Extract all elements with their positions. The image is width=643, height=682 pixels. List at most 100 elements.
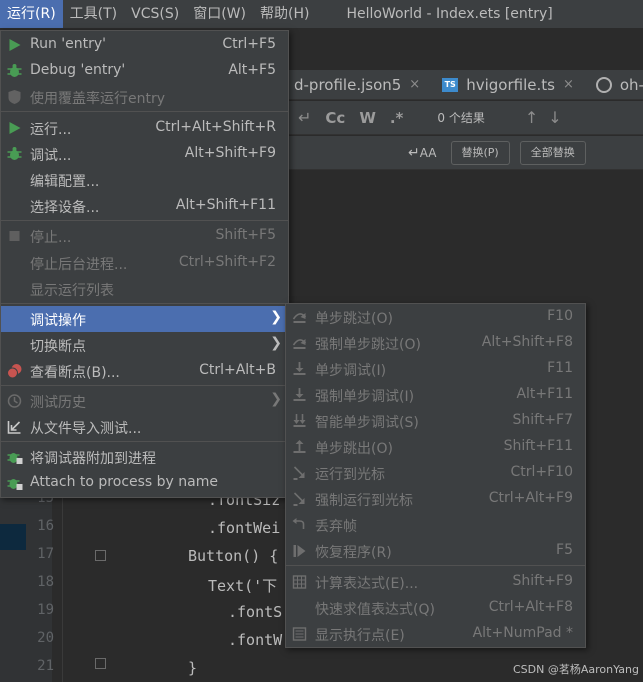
menu-item-toggle-breakpoint[interactable]: 切换断点 ❯ bbox=[1, 332, 288, 358]
menu-item-shortcut: Ctrl+F5 bbox=[222, 36, 276, 52]
menu-item-shortcut: Alt+Shift+F9 bbox=[184, 145, 276, 161]
tab-label: oh-pa bbox=[619, 75, 643, 94]
line-number: 16 bbox=[37, 518, 54, 534]
code-line[interactable]: .fontW bbox=[228, 631, 282, 649]
debug-icon bbox=[7, 147, 22, 160]
menu-item-label: 快速求值表达式(Q) bbox=[315, 602, 435, 618]
step-into-icon bbox=[293, 362, 306, 375]
typescript-file-icon: TS bbox=[442, 77, 459, 92]
menu-item-force-step-into[interactable]: 强制单步调试(I) Alt+F11 bbox=[286, 382, 585, 408]
replace-button[interactable]: 替换(P) bbox=[450, 140, 510, 165]
menu-item-shortcut: Alt+Shift+F8 bbox=[481, 334, 573, 350]
arrow-up-icon[interactable]: ↑ bbox=[525, 108, 538, 127]
tab-hvigorfile[interactable]: TS hvigorfile.ts × bbox=[436, 70, 580, 100]
chevron-right-icon: ❯ bbox=[270, 391, 282, 407]
match-case-toggle[interactable]: Cc bbox=[325, 109, 345, 127]
menu-item-step-out[interactable]: 单步跳出(O) Shift+F11 bbox=[286, 434, 585, 460]
newline-icon[interactable]: ↵ bbox=[298, 108, 311, 127]
menu-item-shortcut: Ctrl+Shift+F2 bbox=[178, 254, 276, 270]
menu-item-smart-step-into[interactable]: 智能单步调试(S) Shift+F7 bbox=[286, 408, 585, 434]
whole-words-toggle[interactable]: W bbox=[359, 109, 376, 127]
tab-oh-package[interactable]: oh-pa bbox=[590, 70, 643, 100]
menu-item-label: 单步调试(I) bbox=[315, 363, 387, 379]
find-bar: ↵ Cc W .* 0 个结果 ↑ ↓ bbox=[288, 101, 643, 135]
menu-item-label: 调试... bbox=[30, 148, 72, 164]
menu-item-step-into[interactable]: 单步调试(I) F11 bbox=[286, 356, 585, 382]
code-line[interactable]: Text('下 bbox=[208, 575, 277, 596]
tab-build-profile[interactable]: d-profile.json5 × bbox=[288, 70, 426, 100]
menu-item-debug-actions[interactable]: 调试操作 ❯ bbox=[1, 306, 288, 332]
menu-item-shortcut: Ctrl+F10 bbox=[510, 464, 573, 480]
menu-item-debug-dialog[interactable]: 调试... Alt+Shift+F9 bbox=[1, 141, 288, 167]
menu-item-run-entry[interactable]: Run 'entry' Ctrl+F5 bbox=[1, 32, 288, 58]
fold-marker-icon[interactable] bbox=[95, 550, 106, 561]
force-step-into-icon bbox=[293, 388, 306, 401]
menu-item-force-step-over[interactable]: 强制单步跳过(O) Alt+Shift+F8 bbox=[286, 330, 585, 356]
watermark: CSDN @茗杨AaronYang bbox=[512, 663, 639, 676]
menu-item-show-execution-point[interactable]: 显示执行点(E) Alt+NumPad * bbox=[286, 621, 585, 647]
menu-item-run-to-cursor[interactable]: 运行到光标 Ctrl+F10 bbox=[286, 460, 585, 486]
preserve-case-toggle[interactable]: AA bbox=[420, 146, 437, 160]
menu-item-label: 测试历史 bbox=[30, 395, 86, 411]
menu-item-debug-entry[interactable]: Debug 'entry' Alt+F5 bbox=[1, 58, 288, 84]
menu-item-run-with-coverage[interactable]: 使用覆盖率运行entry bbox=[1, 84, 288, 110]
menu-item-label: 显示执行点(E) bbox=[315, 628, 405, 644]
menu-item-stop[interactable]: 停止... Shift+F5 bbox=[1, 223, 288, 249]
menu-item-label: 智能单步调试(S) bbox=[315, 415, 419, 431]
close-icon[interactable]: × bbox=[563, 77, 574, 92]
menu-item-quick-evaluate[interactable]: 快速求值表达式(Q) Ctrl+Alt+F8 bbox=[286, 595, 585, 621]
force-run-to-cursor-icon bbox=[293, 492, 305, 506]
menu-item-label: 强制单步跳过(O) bbox=[315, 337, 421, 353]
newline-icon[interactable]: ↵ bbox=[408, 145, 420, 161]
menu-separator bbox=[1, 111, 288, 112]
menu-item-label: 恢复程序(R) bbox=[315, 545, 392, 561]
menu-item-label: 编辑配置... bbox=[30, 174, 100, 190]
run-icon bbox=[9, 122, 21, 134]
menu-item-resume-program[interactable]: 恢复程序(R) F5 bbox=[286, 538, 585, 564]
code-line[interactable]: .fontWei bbox=[208, 519, 280, 537]
menu-item-show-running-list[interactable]: 显示运行列表 bbox=[1, 276, 288, 302]
menu-item-attach-debugger[interactable]: 将调试器附加到进程 bbox=[1, 444, 288, 470]
menu-item-run-dialog[interactable]: 运行... Ctrl+Alt+Shift+R bbox=[1, 115, 288, 141]
menu-item-select-device[interactable]: 选择设备... Alt+Shift+F11 bbox=[1, 193, 288, 219]
find-result-count: 0 个结果 bbox=[437, 111, 485, 125]
debug-icon bbox=[7, 64, 22, 77]
menu-item-drop-frame[interactable]: 丢弃帧 bbox=[286, 512, 585, 538]
menu-help[interactable]: 帮助(H) bbox=[253, 0, 316, 28]
menu-item-evaluate-expression[interactable]: 计算表达式(E)... Shift+F9 bbox=[286, 569, 585, 595]
stop-icon bbox=[9, 231, 20, 241]
menu-item-stop-background[interactable]: 停止后台进程... Ctrl+Shift+F2 bbox=[1, 250, 288, 276]
menu-window[interactable]: 窗口(W) bbox=[186, 0, 253, 28]
menu-item-force-run-to-cursor[interactable]: 强制运行到光标 Ctrl+Alt+F9 bbox=[286, 486, 585, 512]
gutter-divider bbox=[62, 486, 63, 682]
menu-item-edit-configurations[interactable]: 编辑配置... bbox=[1, 167, 288, 193]
menu-item-label: 单步跳出(O) bbox=[315, 441, 393, 457]
code-line[interactable]: .fontS bbox=[228, 603, 282, 621]
close-icon[interactable]: × bbox=[409, 77, 420, 92]
menu-item-view-breakpoints[interactable]: 查看断点(B)... Ctrl+Alt+B bbox=[1, 358, 288, 384]
menu-separator bbox=[286, 565, 585, 566]
menu-item-import-tests[interactable]: 从文件导入测试... bbox=[1, 414, 288, 440]
menu-item-label: 切换断点 bbox=[30, 339, 86, 355]
menu-item-step-over[interactable]: 单步跳过(O) F10 bbox=[286, 304, 585, 330]
menu-run[interactable]: 运行(R) bbox=[0, 0, 63, 28]
menu-item-label: Run 'entry' bbox=[30, 36, 107, 52]
menu-item-label: Attach to process by name bbox=[30, 474, 218, 490]
menu-item-attach-by-name[interactable]: Attach to process by name bbox=[1, 470, 288, 496]
menu-vcs[interactable]: VCS(S) bbox=[124, 0, 186, 28]
code-line[interactable]: Button() { bbox=[188, 547, 278, 565]
tab-label: hvigorfile.ts bbox=[466, 75, 555, 94]
history-icon bbox=[7, 394, 22, 408]
menu-item-label: 调试操作 bbox=[30, 313, 86, 329]
gutter-current-line bbox=[0, 524, 26, 550]
line-number: 17 bbox=[37, 546, 54, 562]
menu-tools[interactable]: 工具(T) bbox=[63, 0, 124, 28]
code-line[interactable]: } bbox=[188, 659, 197, 677]
menu-item-test-history[interactable]: 测试历史 ❯ bbox=[1, 388, 288, 414]
arrow-down-icon[interactable]: ↓ bbox=[548, 108, 561, 127]
menu-item-label: 强制运行到光标 bbox=[315, 493, 413, 509]
line-number: 18 bbox=[37, 574, 54, 590]
regex-toggle[interactable]: .* bbox=[390, 109, 404, 127]
fold-marker-icon[interactable] bbox=[95, 658, 106, 669]
replace-all-button[interactable]: 全部替换 bbox=[519, 140, 586, 165]
